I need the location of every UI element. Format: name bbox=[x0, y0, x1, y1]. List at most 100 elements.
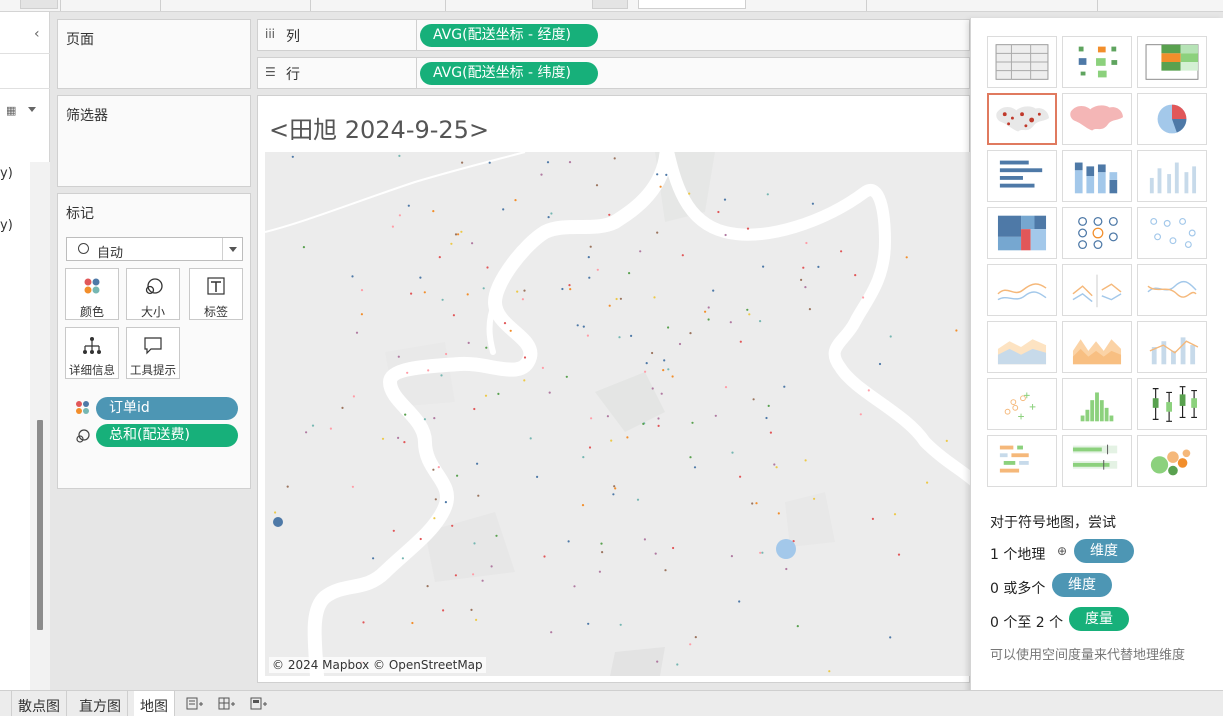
size-button[interactable]: 大小 bbox=[126, 268, 180, 320]
map-data-point[interactable] bbox=[714, 414, 717, 417]
map-data-point[interactable] bbox=[488, 161, 491, 164]
map-data-point[interactable] bbox=[291, 155, 294, 158]
map-data-point[interactable] bbox=[840, 250, 843, 253]
rows-shelf[interactable]: ☰ 行 AVG(配送坐标 - 纬度) bbox=[257, 57, 970, 89]
map-data-point[interactable] bbox=[601, 551, 604, 554]
map-data-point[interactable] bbox=[654, 552, 657, 555]
map-data-point[interactable] bbox=[762, 265, 765, 268]
show-me-lines-discrete[interactable] bbox=[1062, 264, 1132, 316]
map-data-point[interactable] bbox=[473, 542, 476, 545]
map-data-point[interactable] bbox=[514, 199, 517, 202]
map-data-point[interactable] bbox=[540, 173, 543, 176]
map-data-point[interactable] bbox=[567, 540, 570, 543]
map-data-point[interactable] bbox=[397, 436, 400, 439]
map-data-point[interactable] bbox=[811, 202, 815, 205]
map-data-point[interactable] bbox=[598, 570, 601, 573]
show-me-area-discrete[interactable] bbox=[1062, 321, 1132, 373]
map-data-point[interactable] bbox=[495, 534, 498, 537]
show-me-stacked-bars[interactable] bbox=[1062, 150, 1132, 202]
map-data-point[interactable] bbox=[588, 446, 592, 449]
map-data-point[interactable] bbox=[608, 304, 611, 307]
map-data-point[interactable] bbox=[433, 417, 436, 420]
toolbar-button[interactable] bbox=[20, 0, 58, 9]
map-data-point[interactable] bbox=[600, 542, 603, 545]
map-data-point[interactable] bbox=[748, 313, 751, 316]
map-data-point[interactable] bbox=[437, 466, 440, 469]
show-me-gantt-chart[interactable] bbox=[987, 435, 1057, 487]
map-data-point[interactable] bbox=[767, 404, 770, 407]
map-data-point[interactable] bbox=[783, 385, 786, 388]
map-data-point[interactable] bbox=[817, 265, 820, 268]
map-data-point[interactable] bbox=[419, 276, 422, 279]
map-data-point[interactable] bbox=[644, 370, 647, 373]
map-data-point[interactable] bbox=[352, 395, 355, 398]
map-data-point[interactable] bbox=[738, 600, 741, 603]
map-data-point[interactable] bbox=[329, 427, 332, 430]
map-data-point[interactable] bbox=[440, 374, 443, 377]
map-data-point[interactable] bbox=[645, 362, 648, 365]
map-data-point[interactable] bbox=[397, 355, 400, 358]
map-data-point[interactable] bbox=[509, 329, 512, 332]
map-data-point[interactable] bbox=[651, 351, 654, 355]
map-data-point[interactable] bbox=[926, 481, 929, 484]
map-data-point[interactable] bbox=[746, 308, 749, 311]
toolbar-search-box[interactable] bbox=[638, 0, 746, 9]
map-data-point[interactable] bbox=[672, 546, 675, 550]
map-data-point[interactable] bbox=[456, 474, 459, 477]
map-data-point[interactable] bbox=[667, 368, 670, 371]
map-data-point[interactable] bbox=[302, 246, 305, 249]
show-me-histogram[interactable] bbox=[1062, 378, 1132, 430]
map-data-point[interactable] bbox=[481, 579, 484, 582]
pages-card[interactable]: 页面 bbox=[57, 19, 251, 89]
map-data-point[interactable] bbox=[723, 198, 727, 201]
map-data-point[interactable] bbox=[444, 501, 447, 504]
map-data-point[interactable] bbox=[502, 208, 505, 211]
map-data-point[interactable] bbox=[392, 529, 395, 532]
mark-field-pill-order-id[interactable]: 订单id bbox=[96, 397, 238, 420]
sheet-tab-scatter[interactable]: 散点图 bbox=[12, 691, 67, 716]
color-button[interactable]: 颜色 bbox=[65, 268, 119, 320]
map-data-point[interactable] bbox=[362, 621, 365, 624]
show-me-packed-bubbles[interactable] bbox=[1137, 435, 1207, 487]
map-data-point[interactable] bbox=[656, 660, 659, 663]
map-data-point[interactable] bbox=[581, 504, 585, 507]
map-data-point[interactable] bbox=[613, 485, 616, 488]
show-me-side-by-side-bars[interactable] bbox=[1137, 150, 1207, 202]
show-me-box-and-whisker[interactable] bbox=[1137, 378, 1207, 430]
map-data-point[interactable] bbox=[746, 227, 750, 230]
map-data-point[interactable] bbox=[423, 291, 426, 294]
map-data-point[interactable] bbox=[628, 272, 631, 275]
show-me-circle-views[interactable] bbox=[1062, 207, 1132, 259]
map-data-point[interactable] bbox=[717, 210, 720, 214]
map-data-point[interactable] bbox=[704, 310, 707, 313]
map-data-point[interactable] bbox=[550, 212, 553, 215]
map-data-point[interactable] bbox=[482, 287, 485, 290]
map-data-point[interactable] bbox=[889, 335, 892, 338]
label-button[interactable]: 标签 bbox=[189, 268, 243, 320]
chevron-down-icon[interactable] bbox=[28, 107, 36, 112]
map-data-point[interactable] bbox=[765, 416, 768, 420]
map-data-point[interactable] bbox=[476, 462, 479, 465]
chevron-down-icon[interactable] bbox=[222, 238, 242, 260]
map-data-point[interactable] bbox=[274, 511, 277, 514]
map-data-point[interactable] bbox=[671, 375, 674, 378]
map-data-point[interactable] bbox=[608, 213, 611, 216]
map-data-point[interactable] bbox=[805, 241, 808, 245]
collapse-pane-icon[interactable]: ‹ bbox=[34, 26, 40, 42]
field-fragment[interactable]: y) bbox=[0, 166, 13, 181]
map-data-point[interactable] bbox=[613, 157, 616, 160]
map-data-point[interactable] bbox=[472, 573, 475, 576]
map-data-point[interactable] bbox=[724, 386, 728, 389]
map-data-point[interactable] bbox=[586, 334, 589, 337]
map-data-point[interactable] bbox=[311, 424, 315, 427]
map-data-point[interactable] bbox=[596, 268, 599, 271]
map-data-point[interactable] bbox=[800, 278, 803, 281]
map-data-point[interactable] bbox=[667, 326, 670, 329]
map-data-point[interactable] bbox=[360, 313, 363, 316]
map-data-point[interactable] bbox=[636, 498, 640, 501]
map-data-point[interactable] bbox=[614, 487, 617, 490]
map-data-point[interactable] bbox=[796, 625, 799, 628]
map-data-point[interactable] bbox=[427, 369, 430, 372]
map-data-point[interactable] bbox=[945, 439, 948, 442]
map-data-point[interactable] bbox=[651, 387, 654, 390]
